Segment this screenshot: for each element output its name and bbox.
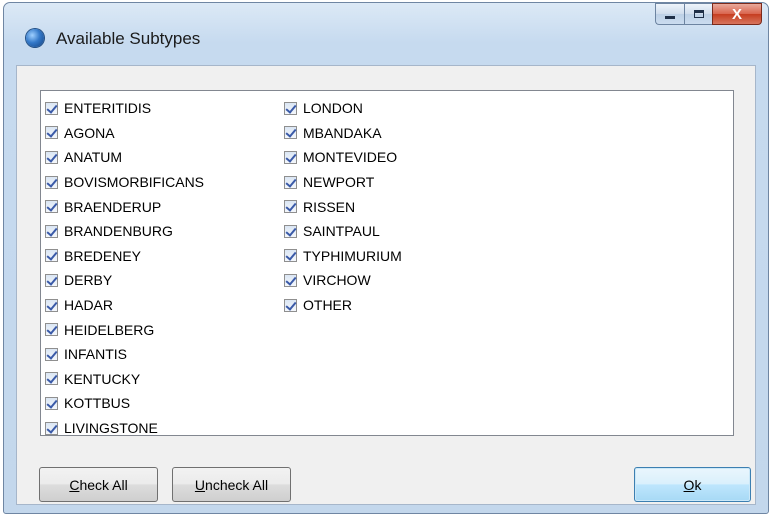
subtype-label: MBANDAKA: [303, 124, 382, 141]
checkbox-checked-icon[interactable]: [45, 224, 58, 238]
check-all-button[interactable]: Check All: [39, 467, 158, 502]
subtype-item[interactable]: TYPHIMURIUM: [284, 244, 402, 269]
close-icon: X: [731, 5, 742, 23]
minimize-icon: [665, 15, 675, 19]
maximize-button[interactable]: [684, 3, 712, 25]
subtype-item[interactable]: HADAR: [45, 293, 204, 318]
checkbox-checked-icon[interactable]: [284, 101, 297, 115]
subtype-item[interactable]: SAINTPAUL: [284, 219, 402, 244]
checkbox-checked-icon[interactable]: [45, 126, 58, 140]
dialog-window: Available Subtypes X ENTERITIDIS AGONA ANA…: [3, 2, 769, 514]
subtype-item[interactable]: AGONA: [45, 121, 204, 146]
subtype-item[interactable]: NEWPORT: [284, 170, 402, 195]
checkbox-checked-icon[interactable]: [45, 396, 58, 410]
subtype-label: LIVINGSTONE: [64, 420, 158, 437]
app-icon: [26, 29, 44, 47]
checkbox-checked-icon[interactable]: [45, 421, 58, 435]
subtype-item[interactable]: VIRCHOW: [284, 268, 402, 293]
subtype-label: ANATUM: [64, 149, 123, 166]
check-all-label: Check All: [69, 476, 128, 493]
checkbox-checked-icon[interactable]: [284, 150, 297, 164]
subtype-item[interactable]: HEIDELBERG: [45, 317, 204, 342]
checkbox-checked-icon[interactable]: [284, 200, 297, 214]
subtype-label: MONTEVIDEO: [303, 149, 398, 166]
dialog-body: ENTERITIDIS AGONA ANATUM BOVISMORBIFICANS BR…: [16, 65, 756, 505]
checkbox-checked-icon[interactable]: [45, 273, 58, 287]
checkbox-checked-icon[interactable]: [284, 249, 297, 263]
subtype-label: BREDENEY: [64, 247, 142, 264]
checkbox-checked-icon[interactable]: [45, 150, 58, 164]
checkbox-checked-icon[interactable]: [45, 175, 58, 189]
subtype-label: HADAR: [64, 297, 114, 314]
checkbox-checked-icon[interactable]: [284, 298, 297, 312]
subtype-label: KENTUCKY: [64, 370, 141, 387]
subtype-item[interactable]: LONDON: [284, 96, 402, 121]
maximize-icon: [693, 10, 704, 18]
subtype-item[interactable]: DERBY: [45, 268, 204, 293]
subtype-label: INFANTIS: [64, 346, 128, 363]
subtype-label: BOVISMORBIFICANS: [64, 174, 205, 191]
subtype-label: ENTERITIDIS: [64, 100, 152, 117]
subtype-checklist[interactable]: ENTERITIDIS AGONA ANATUM BOVISMORBIFICANS BR…: [40, 90, 734, 436]
checklist-column-1: ENTERITIDIS AGONA ANATUM BOVISMORBIFICANS BR…: [45, 96, 204, 440]
subtype-item[interactable]: MONTEVIDEO: [284, 145, 402, 170]
checkbox-checked-icon[interactable]: [45, 372, 58, 386]
window-title: Available Subtypes: [56, 29, 201, 48]
subtype-label: BRANDENBURG: [64, 223, 173, 240]
close-button[interactable]: X: [712, 3, 762, 25]
subtype-label: TYPHIMURIUM: [303, 247, 402, 264]
subtype-label: RISSEN: [303, 198, 356, 215]
subtype-label: DERBY: [64, 272, 113, 289]
subtype-item[interactable]: LIVINGSTONE: [45, 416, 204, 441]
checkbox-checked-icon[interactable]: [284, 224, 297, 238]
subtype-item[interactable]: MBANDAKA: [284, 121, 402, 146]
subtype-label: HEIDELBERG: [64, 321, 155, 338]
subtype-item[interactable]: ANATUM: [45, 145, 204, 170]
checkbox-checked-icon[interactable]: [45, 323, 58, 337]
subtype-item[interactable]: OTHER: [284, 293, 402, 318]
ok-label: Ok: [683, 476, 702, 493]
checkbox-checked-icon[interactable]: [45, 249, 58, 263]
checkbox-checked-icon[interactable]: [45, 298, 58, 312]
subtype-label: VIRCHOW: [303, 272, 371, 289]
subtype-item[interactable]: KOTTBUS: [45, 391, 204, 416]
subtype-item[interactable]: INFANTIS: [45, 342, 204, 367]
subtype-item[interactable]: BOVISMORBIFICANS: [45, 170, 204, 195]
checklist-column-2: LONDON MBANDAKA MONTEVIDEO NEWPORT RISSEN SAI…: [284, 96, 402, 317]
subtype-label: KOTTBUS: [64, 395, 131, 412]
uncheck-all-button[interactable]: Uncheck All: [172, 467, 291, 502]
checkbox-checked-icon[interactable]: [45, 101, 58, 115]
subtype-label: AGONA: [64, 124, 115, 141]
uncheck-all-label: Uncheck All: [194, 476, 269, 493]
checkbox-checked-icon[interactable]: [284, 126, 297, 140]
subtype-item[interactable]: RISSEN: [284, 194, 402, 219]
subtype-label: NEWPORT: [303, 174, 375, 191]
checkbox-checked-icon[interactable]: [284, 175, 297, 189]
caption-buttons: X: [655, 3, 762, 25]
subtype-label: BRAENDERUP: [64, 198, 162, 215]
subtype-item[interactable]: BRANDENBURG: [45, 219, 204, 244]
checkbox-checked-icon[interactable]: [45, 200, 58, 214]
checkbox-checked-icon[interactable]: [284, 273, 297, 287]
minimize-button[interactable]: [655, 3, 684, 25]
subtype-label: OTHER: [303, 297, 352, 314]
title-bar[interactable]: Available Subtypes X: [4, 3, 768, 65]
ok-button[interactable]: Ok: [634, 467, 751, 502]
subtype-label: LONDON: [303, 100, 363, 117]
subtype-item[interactable]: KENTUCKY: [45, 367, 204, 392]
subtype-item[interactable]: BRAENDERUP: [45, 194, 204, 219]
checkbox-checked-icon[interactable]: [45, 347, 58, 361]
subtype-label: SAINTPAUL: [303, 223, 380, 240]
subtype-item[interactable]: BREDENEY: [45, 244, 204, 269]
subtype-item[interactable]: ENTERITIDIS: [45, 96, 204, 121]
